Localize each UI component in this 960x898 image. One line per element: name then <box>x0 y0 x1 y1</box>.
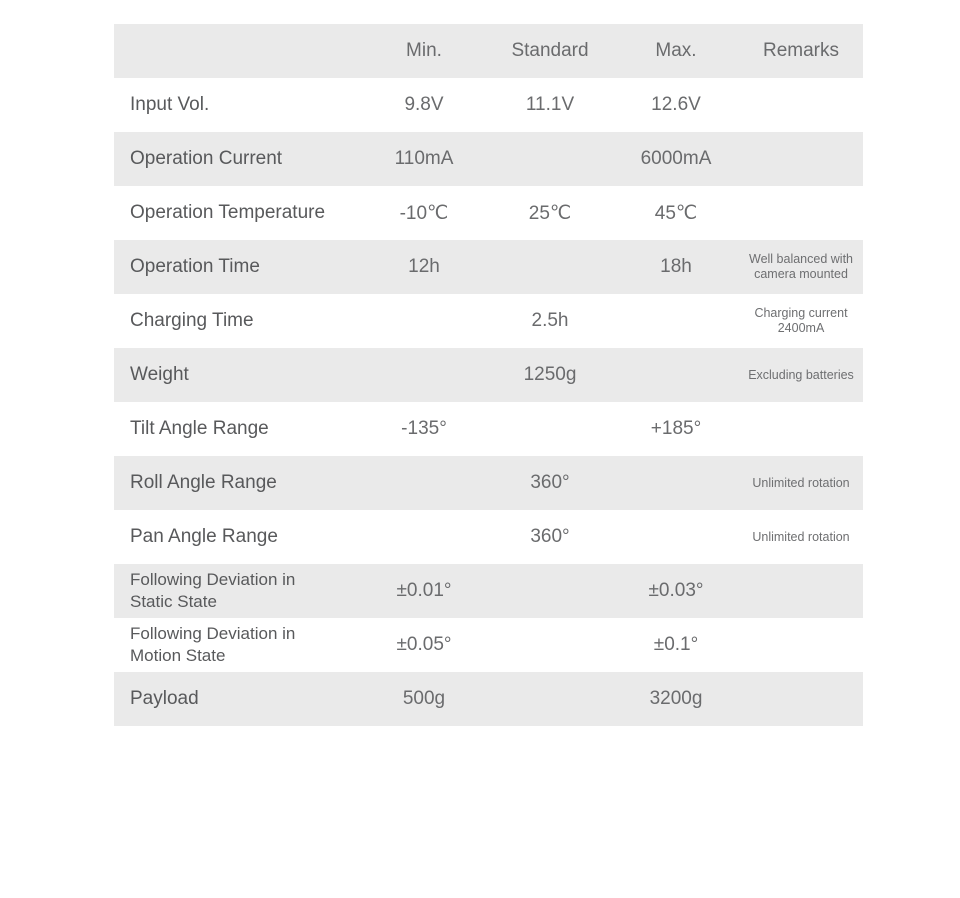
row-label: Following Deviation in Static State <box>114 564 361 618</box>
table-row: Operation Time 12h 18h Well balanced with ca… <box>114 240 863 294</box>
specification-table: Min. Standard Max. Remarks Input Vol. 9.8… <box>114 24 863 726</box>
remarks-line-1: Excluding batteries <box>748 367 854 382</box>
row-label: Input Vol. <box>114 78 361 132</box>
cell-max: ±0.1° <box>613 618 739 672</box>
cell-min: 9.8V <box>361 78 487 132</box>
column-header-remarks: Remarks <box>739 24 863 78</box>
cell-max: 12.6V <box>613 78 739 132</box>
remarks-line-1: Charging current <box>754 306 848 320</box>
table-row: Tilt Angle Range -135° +185° <box>114 402 863 456</box>
remarks-line-1: Unlimited rotation <box>752 475 850 490</box>
cell-min: ±0.01° <box>361 564 487 618</box>
cell-max: ±0.03° <box>613 564 739 618</box>
cell-remarks: Unlimited rotation <box>739 456 863 510</box>
row-label: Operation Current <box>114 132 361 186</box>
specification-sheet: Min. Standard Max. Remarks Input Vol. 9.8… <box>0 0 960 898</box>
cell-max: 18h <box>613 240 739 294</box>
cell-min: -10℃ <box>361 186 487 240</box>
cell-standard <box>487 672 613 726</box>
cell-standard <box>487 132 613 186</box>
column-header-parameter <box>114 24 361 78</box>
column-header-max: Max. <box>613 24 739 78</box>
table-header-row: Min. Standard Max. Remarks <box>114 24 863 78</box>
table-row: Pan Angle Range 360° Unlimited rotation <box>114 510 863 564</box>
cell-standard: 1250g <box>487 348 613 402</box>
cell-remarks <box>739 186 863 240</box>
table-body: Input Vol. 9.8V 11.1V 12.6V Operation Curren… <box>114 78 863 726</box>
cell-remarks <box>739 618 863 672</box>
row-label: Weight <box>114 348 361 402</box>
remarks-line-1: Well balanced with <box>749 252 853 266</box>
cell-standard <box>487 240 613 294</box>
cell-standard: 2.5h <box>487 294 613 348</box>
cell-max: 6000mA <box>613 132 739 186</box>
row-label: Payload <box>114 672 361 726</box>
cell-standard <box>487 564 613 618</box>
cell-min <box>361 348 487 402</box>
cell-remarks: Charging current 2400mA <box>739 294 863 348</box>
row-label: Following Deviation in Motion State <box>114 618 361 672</box>
cell-remarks: Unlimited rotation <box>739 510 863 564</box>
cell-standard: 360° <box>487 510 613 564</box>
table-row: Operation Current 110mA 6000mA <box>114 132 863 186</box>
cell-min: 110mA <box>361 132 487 186</box>
cell-max <box>613 348 739 402</box>
table-row: Weight 1250g Excluding batteries <box>114 348 863 402</box>
cell-min <box>361 294 487 348</box>
cell-min <box>361 510 487 564</box>
row-label: Tilt Angle Range <box>114 402 361 456</box>
table-row: Charging Time 2.5h Charging current 2400mA <box>114 294 863 348</box>
cell-standard <box>487 402 613 456</box>
row-label: Pan Angle Range <box>114 510 361 564</box>
cell-standard: 11.1V <box>487 78 613 132</box>
cell-standard <box>487 618 613 672</box>
cell-min: ±0.05° <box>361 618 487 672</box>
remarks-line-1: Unlimited rotation <box>752 529 850 544</box>
remarks-line-2: camera mounted <box>754 267 848 281</box>
cell-remarks <box>739 402 863 456</box>
cell-max <box>613 294 739 348</box>
cell-remarks: Well balanced with camera mounted <box>739 240 863 294</box>
row-label: Operation Time <box>114 240 361 294</box>
cell-remarks <box>739 672 863 726</box>
table-row: Operation Temperature -10℃ 25℃ 45℃ <box>114 186 863 240</box>
table-row: Following Deviation in Static State ±0.01°… <box>114 564 863 618</box>
cell-remarks: Excluding batteries <box>739 348 863 402</box>
cell-max: +185° <box>613 402 739 456</box>
cell-min: -135° <box>361 402 487 456</box>
table-header: Min. Standard Max. Remarks <box>114 24 863 78</box>
cell-remarks <box>739 78 863 132</box>
cell-min: 12h <box>361 240 487 294</box>
row-label: Roll Angle Range <box>114 456 361 510</box>
cell-min: 500g <box>361 672 487 726</box>
column-header-standard: Standard <box>487 24 613 78</box>
cell-max <box>613 510 739 564</box>
cell-standard: 360° <box>487 456 613 510</box>
column-header-min: Min. <box>361 24 487 78</box>
cell-standard: 25℃ <box>487 186 613 240</box>
remarks-line-2: 2400mA <box>777 321 825 335</box>
cell-min <box>361 456 487 510</box>
cell-max <box>613 456 739 510</box>
row-label: Charging Time <box>114 294 361 348</box>
table-row: Input Vol. 9.8V 11.1V 12.6V <box>114 78 863 132</box>
cell-remarks <box>739 132 863 186</box>
table-row: Roll Angle Range 360° Unlimited rotation <box>114 456 863 510</box>
table-row: Payload 500g 3200g <box>114 672 863 726</box>
cell-max: 45℃ <box>613 186 739 240</box>
cell-remarks <box>739 564 863 618</box>
table-row: Following Deviation in Motion State ±0.05°… <box>114 618 863 672</box>
cell-max: 3200g <box>613 672 739 726</box>
row-label: Operation Temperature <box>114 186 361 240</box>
